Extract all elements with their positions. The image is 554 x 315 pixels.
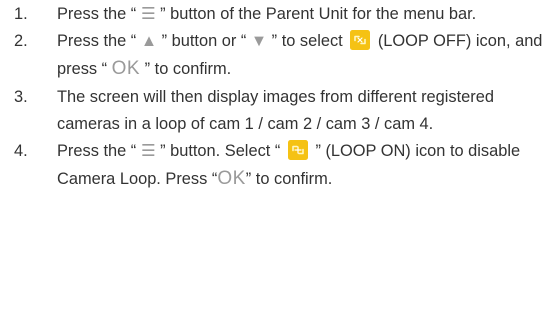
text-segment: Press the “ [57,32,141,51]
instruction-list: 1. Press the “ ☰ ” button of the Parent … [14,1,554,193]
menu-icon: ☰ [140,142,156,161]
menu-icon: ☰ [140,5,156,23]
list-item-step-2: 2. Press the “ ▲ ” button or “ ▼ ” to se… [14,28,554,83]
loop-off-icon [350,30,371,51]
text-segment: ” button of the Parent Unit for the menu… [155,5,477,23]
text-segment: ” button. Select “ [155,142,285,161]
step-text: Press the “ ▲ ” button or “ ▼ ” to selec… [57,28,549,83]
text-segment: ” to select [267,32,348,51]
text-segment: ” to confirm. [245,170,333,189]
list-item-step-3: 3. The screen will then display images f… [14,84,554,138]
list-item-step-1: 1. Press the “ ☰ ” button of the Parent … [14,1,554,28]
step-number: 3. [14,87,28,106]
text-segment: ” to confirm. [140,60,232,79]
step-text: Press the “ ☰ ” button. Select “ ” (LOOP… [57,138,549,193]
step-text: Press the “ ☰ ” button of the Parent Uni… [57,1,549,28]
step-text: The screen will then display images from… [57,87,494,133]
loop-on-icon [287,140,308,161]
text-segment: Press the “ [57,142,141,161]
text-segment: Press the “ [57,5,141,23]
step-number: 2. [14,32,28,51]
ok-icon: OK [217,168,246,190]
ok-icon: OK [111,58,141,80]
up-arrow-icon: ▲ [140,32,158,51]
step-number: 1. [14,5,28,23]
step-number: 4. [14,142,28,161]
text-segment: ” button or “ [157,32,251,51]
down-arrow-icon: ▼ [250,32,268,51]
list-item-step-4: 4. Press the “ ☰ ” button. Select “ ” (L… [14,138,554,193]
